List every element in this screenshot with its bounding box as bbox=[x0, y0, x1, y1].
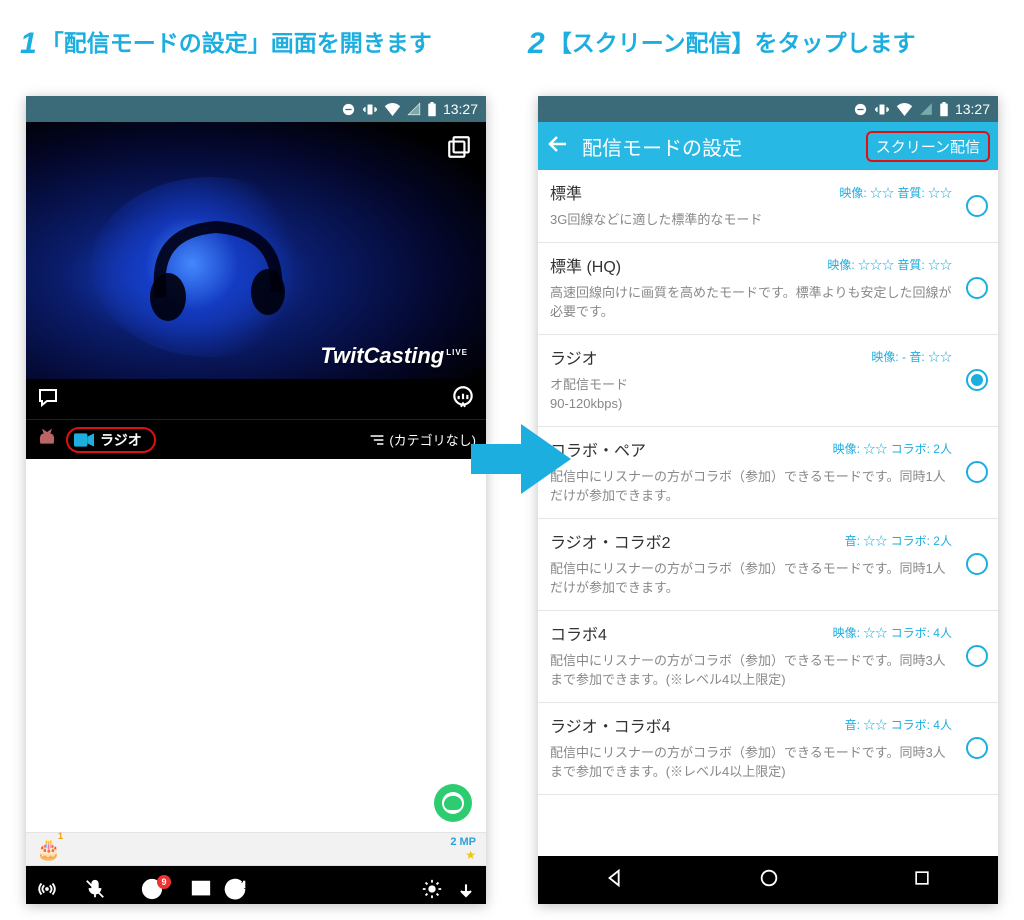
gallery-icon[interactable] bbox=[446, 134, 472, 165]
nav-post[interactable]: 投稿 bbox=[190, 878, 212, 905]
mode-pill[interactable]: ラジオ bbox=[66, 427, 156, 453]
cake-icon[interactable]: 🎂1 bbox=[36, 837, 61, 862]
headphones-silhouette bbox=[136, 202, 296, 322]
home-icon[interactable] bbox=[758, 867, 780, 894]
signal-icon bbox=[407, 102, 421, 116]
mode-desc: 3G回線などに適した標準的なモード bbox=[550, 210, 952, 230]
mode-name: ラジオ・コラボ4 bbox=[550, 713, 837, 737]
status-time: 13:27 bbox=[443, 101, 478, 117]
mode-meta: 映像: - 音: ☆☆ bbox=[871, 348, 952, 365]
mode-item[interactable]: ラジオ・コラボ4 音: ☆☆ コラボ: 4人 配信中にリスナーの方がコラボ（参加… bbox=[538, 703, 998, 795]
cat-head-icon bbox=[36, 427, 58, 452]
category-label: (カテゴリなし) bbox=[389, 430, 476, 449]
mode-desc: オ配信モード90-120kbps) bbox=[550, 375, 952, 414]
recents-icon[interactable] bbox=[912, 868, 932, 893]
step2-caption: 2【スクリーン配信】をタップします bbox=[528, 24, 916, 61]
signal-icon bbox=[919, 102, 933, 116]
vibrate-icon bbox=[362, 102, 378, 117]
comment-area[interactable] bbox=[26, 459, 486, 832]
arrow-icon bbox=[466, 404, 576, 519]
mode-meta: 音: ☆☆ コラボ: 2人 bbox=[845, 532, 952, 549]
back-icon[interactable] bbox=[604, 867, 626, 894]
step1-caption: 1「配信モードの設定」画面を開きます bbox=[20, 24, 432, 61]
mode-name: 標準 (HQ) bbox=[550, 253, 819, 277]
status-bar: 13:27 bbox=[26, 96, 486, 122]
nav-live[interactable]: ライブ bbox=[32, 878, 62, 905]
nav-down[interactable] bbox=[456, 880, 476, 905]
mode-meta: 映像: ☆☆☆ 音質: ☆☆ bbox=[827, 256, 952, 273]
appbar-title: 配信モードの設定 bbox=[582, 132, 742, 161]
screenshot-1: 13:27 TwitCastingLIVE ラジオ (カテゴリなし) bbox=[26, 96, 486, 904]
assistant-fab[interactable] bbox=[434, 784, 472, 822]
radio-icon[interactable] bbox=[966, 737, 988, 759]
battery-icon bbox=[939, 102, 949, 117]
chat-row bbox=[26, 379, 486, 419]
android-nav bbox=[538, 856, 998, 904]
mode-category-row: ラジオ (カテゴリなし) bbox=[26, 419, 486, 459]
radio-icon[interactable] bbox=[966, 195, 988, 217]
dnd-icon bbox=[853, 102, 868, 117]
mode-desc: 高速回線向けに画質を高めたモードです。標準よりも安定した回線が必要です。 bbox=[550, 283, 952, 322]
radio-icon[interactable] bbox=[966, 553, 988, 575]
vibrate-icon bbox=[874, 102, 890, 117]
screen-broadcast-button[interactable]: スクリーン配信 bbox=[866, 131, 990, 162]
dnd-icon bbox=[341, 102, 356, 117]
mode-desc: 配信中にリスナーの方がコラボ（参加）できるモードです。同時1人だけが参加できます… bbox=[550, 467, 952, 506]
mode-meta: 音: ☆☆ コラボ: 4人 bbox=[845, 716, 952, 733]
status-time: 13:27 bbox=[955, 101, 990, 117]
video-preview[interactable]: TwitCastingLIVE bbox=[26, 122, 486, 379]
back-arrow-icon[interactable] bbox=[546, 132, 570, 161]
app-bar: 配信モードの設定 スクリーン配信 bbox=[538, 122, 998, 170]
screenshot-2: 13:27 配信モードの設定 スクリーン配信 標準 映像: ☆☆ 音質: ☆☆ … bbox=[538, 96, 998, 904]
status-bar: 13:27 bbox=[538, 96, 998, 122]
mode-pill-label: ラジオ bbox=[100, 430, 142, 450]
radio-icon[interactable] bbox=[966, 369, 988, 391]
mode-name: ラジオ bbox=[550, 345, 863, 369]
mode-item[interactable]: ラジオ・コラボ2 音: ☆☆ コラボ: 2人 配信中にリスナーの方がコラボ（参加… bbox=[538, 519, 998, 611]
mode-name: コラボ4 bbox=[550, 621, 825, 645]
wifi-icon bbox=[384, 102, 401, 116]
star-icon: ★ bbox=[465, 848, 476, 862]
mode-name: コラボ・ペア bbox=[550, 437, 825, 461]
mode-name: ラジオ・コラボ2 bbox=[550, 529, 837, 553]
battery-icon bbox=[427, 102, 437, 117]
wifi-icon bbox=[896, 102, 913, 116]
mode-item[interactable]: 標準 映像: ☆☆ 音質: ☆☆ 3G回線などに適した標準的なモード bbox=[538, 170, 998, 243]
nav-settings[interactable]: 設定 bbox=[421, 878, 443, 905]
speech-icon[interactable] bbox=[36, 385, 60, 414]
camera-icon bbox=[74, 433, 94, 447]
radio-icon[interactable] bbox=[966, 645, 988, 667]
mode-meta: 映像: ☆☆ コラボ: 2人 bbox=[833, 440, 952, 457]
nav-mypage[interactable]: 9 マイページ bbox=[127, 878, 177, 905]
mode-item[interactable]: ラジオ 映像: - 音: ☆☆ オ配信モード90-120kbps) bbox=[538, 335, 998, 427]
mode-meta: 映像: ☆☆ 音質: ☆☆ bbox=[839, 184, 952, 201]
mode-desc: 配信中にリスナーの方がコラボ（参加）できるモードです。同時3人まで参加できます。… bbox=[550, 651, 952, 690]
nav-badge: 9 bbox=[157, 875, 171, 889]
list-icon bbox=[369, 434, 385, 446]
brand-logo: TwitCastingLIVE bbox=[320, 343, 468, 369]
mode-list[interactable]: 標準 映像: ☆☆ 音質: ☆☆ 3G回線などに適した標準的なモード 標準 (H… bbox=[538, 170, 998, 856]
nav-mute[interactable]: ミュート bbox=[75, 878, 115, 905]
mode-desc: 配信中にリスナーの方がコラボ（参加）できるモードです。同時1人だけが参加できます… bbox=[550, 559, 952, 598]
mode-meta: 映像: ☆☆ コラボ: 4人 bbox=[833, 624, 952, 641]
mode-desc: 配信中にリスナーの方がコラボ（参加）できるモードです。同時3人まで参加できます。… bbox=[550, 743, 952, 782]
mp-row: 🎂1 2 MP ★ bbox=[26, 832, 486, 866]
mode-item[interactable]: 標準 (HQ) 映像: ☆☆☆ 音質: ☆☆ 高速回線向けに画質を高めたモードで… bbox=[538, 243, 998, 335]
radio-icon[interactable] bbox=[966, 461, 988, 483]
mode-item[interactable]: コラボ・ペア 映像: ☆☆ コラボ: 2人 配信中にリスナーの方がコラボ（参加）… bbox=[538, 427, 998, 519]
mode-item[interactable]: コラボ4 映像: ☆☆ コラボ: 4人 配信中にリスナーの方がコラボ（参加）でき… bbox=[538, 611, 998, 703]
bottom-nav: ライブ ミュート 9 マイページ 投稿 更新 設定 bbox=[26, 866, 486, 904]
radio-icon[interactable] bbox=[966, 277, 988, 299]
category-selector[interactable]: (カテゴリなし) bbox=[369, 430, 476, 449]
nav-update[interactable]: 更新 bbox=[224, 878, 246, 905]
mode-name: 標準 bbox=[550, 180, 831, 204]
